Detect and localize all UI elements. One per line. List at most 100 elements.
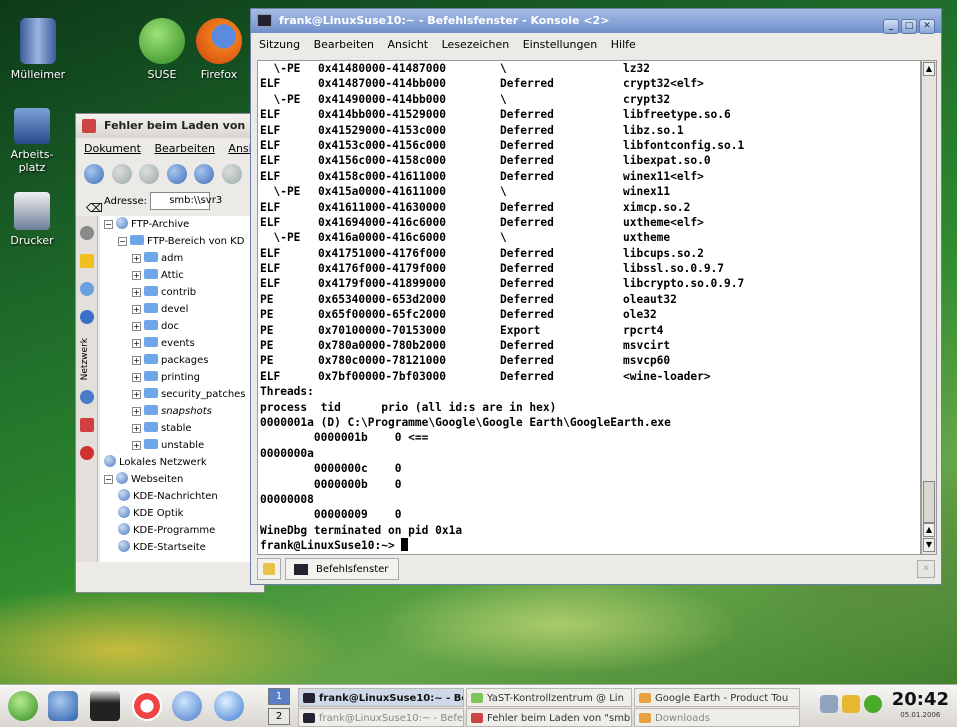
back-icon[interactable] <box>84 164 104 184</box>
expand-icon[interactable]: + <box>132 356 141 365</box>
tree-item[interactable]: Lokales Netzwerk <box>100 454 264 471</box>
scrollbar-thumb[interactable] <box>923 481 935 523</box>
tree-item[interactable]: + Attic <box>100 267 264 284</box>
desktop-icon-firefox[interactable]: Firefox <box>188 18 250 81</box>
tree-item[interactable]: + stable <box>100 420 264 437</box>
home-tab-icon[interactable] <box>79 310 94 324</box>
up-icon[interactable] <box>139 164 159 184</box>
reload-icon[interactable] <box>194 164 214 184</box>
tree-item[interactable]: − FTP-Archive <box>100 216 264 233</box>
clock[interactable]: 20:42 05.01.2006 <box>892 690 949 720</box>
tree-item[interactable]: + snapshots <box>100 403 264 420</box>
tree-item[interactable]: + adm <box>100 250 264 267</box>
pin-tab-icon[interactable] <box>79 446 94 461</box>
tree-item[interactable]: − Webseiten <box>100 471 264 488</box>
expand-icon[interactable]: + <box>132 288 141 297</box>
close-tab-icon[interactable]: ✕ <box>917 560 935 578</box>
expand-icon[interactable]: + <box>132 254 141 263</box>
expand-icon[interactable]: + <box>132 424 141 433</box>
tree-item[interactable]: KDE-Programme <box>100 522 264 539</box>
star-tab-icon[interactable] <box>79 254 94 268</box>
taskbar-task[interactable]: frank@LinuxSuse10:~ - Bef <box>298 688 464 707</box>
konqueror-titlebar[interactable]: Fehler beim Laden von "smb: <box>76 114 264 138</box>
taskbar-task[interactable]: Google Earth - Product Tou <box>634 688 800 707</box>
close-icon[interactable]: ✕ <box>919 19 935 34</box>
scroll-up-icon[interactable]: ▲ <box>923 523 935 537</box>
taskbar-task[interactable]: Downloads <box>634 708 800 727</box>
desktop-switch-1[interactable]: 1 <box>268 688 290 705</box>
tree-item[interactable]: KDE Optik <box>100 505 264 522</box>
tree-item[interactable]: + unstable <box>100 437 264 454</box>
forward-icon[interactable] <box>111 164 132 184</box>
klipper-icon[interactable] <box>820 695 838 713</box>
expand-icon[interactable]: + <box>132 441 141 450</box>
desktop-icon-workspace[interactable]: Arbeits- platz <box>2 108 62 174</box>
desktop-switch-2[interactable]: 2 <box>268 708 290 725</box>
tree-item[interactable]: KDE-Nachrichten <box>100 488 264 505</box>
update-icon[interactable] <box>842 695 860 713</box>
tree-item[interactable]: − FTP-Bereich von KD <box>100 233 264 250</box>
terminal-output[interactable]: \-PE 0x41480000-41487000 \ lz32 ELF 0x4148700… <box>257 60 921 555</box>
tree-item[interactable]: + contrib <box>100 284 264 301</box>
expand-icon[interactable]: + <box>132 407 141 416</box>
scroll-down-icon[interactable]: ▼ <box>923 538 935 552</box>
expand-icon[interactable]: + <box>132 339 141 348</box>
tree-item[interactable]: + devel <box>100 301 264 318</box>
tree-item[interactable]: + events <box>100 335 264 352</box>
sidebar-tab-netzwerk[interactable]: Netzwerk <box>80 338 94 380</box>
collapse-icon[interactable]: − <box>104 220 113 229</box>
tree-item[interactable]: + security_patches <box>100 386 264 403</box>
collapse-icon[interactable]: − <box>104 475 113 484</box>
kmenu-icon[interactable] <box>8 691 38 721</box>
desktop-icon-trash[interactable]: Mülleimer <box>2 18 74 81</box>
expand-icon[interactable]: + <box>132 373 141 382</box>
menu-hilfe[interactable]: Hilfe <box>611 38 636 51</box>
task-label: frank@LinuxSuse10:~ - Bef <box>319 693 464 704</box>
taskbar-task[interactable]: frank@LinuxSuse10:~ - Befe <box>298 708 464 727</box>
tree-item-label: contrib <box>161 287 197 298</box>
help-icon[interactable] <box>132 691 162 721</box>
expand-icon[interactable]: + <box>132 322 141 331</box>
taskbar-task[interactable]: YaST-Kontrollzentrum @ Lin <box>466 688 632 707</box>
expand-icon[interactable]: + <box>132 390 141 399</box>
tree-item[interactable]: + packages <box>100 352 264 369</box>
minimize-icon[interactable]: _ <box>883 19 899 34</box>
home-icon[interactable] <box>166 164 187 184</box>
menu-einstellungen[interactable]: Einstellungen <box>523 38 598 51</box>
address-input[interactable]: smb:\\svr3 <box>150 192 222 210</box>
new-session-icon[interactable] <box>257 558 281 580</box>
home-icon[interactable] <box>48 691 78 721</box>
tree-item[interactable]: KDE-Startseite <box>100 539 264 556</box>
menu-ansicht[interactable]: Ansicht <box>388 38 429 51</box>
stop-icon[interactable] <box>221 164 242 184</box>
tree-item[interactable]: + printing <box>100 369 264 386</box>
menu-bearbeiten[interactable]: Bearbeiten <box>154 142 214 155</box>
expand-icon[interactable]: + <box>132 305 141 314</box>
scroll-up-icon[interactable]: ▲ <box>923 62 935 76</box>
media-tab-icon[interactable] <box>79 418 94 433</box>
expand-icon[interactable]: + <box>132 271 141 280</box>
menu-sitzung[interactable]: Sitzung <box>259 38 300 51</box>
menu-dokument[interactable]: Dokument <box>84 142 141 155</box>
tree-item[interactable]: + doc <box>100 318 264 335</box>
address-clear-icon[interactable]: ⌫ <box>86 196 103 214</box>
konsole-window[interactable]: frank@LinuxSuse10:~ - Befehlsfenster - K… <box>250 8 942 585</box>
bookmarks-tab-icon[interactable] <box>79 226 94 240</box>
browser-icon[interactable] <box>214 691 244 721</box>
maximize-icon[interactable]: □ <box>901 19 917 34</box>
terminal-scrollbar[interactable]: ▲ ▲ ▼ <box>921 60 937 555</box>
history-tab-icon[interactable] <box>79 282 94 296</box>
menu-bearbeiten[interactable]: Bearbeiten <box>314 38 374 51</box>
konqueror-window[interactable]: Fehler beim Laden von "smb: Dokument Bea… <box>75 113 265 593</box>
tab-befehlsfenster[interactable]: Befehlsfenster <box>285 558 400 580</box>
collapse-icon[interactable]: − <box>118 237 127 246</box>
network-icon[interactable] <box>172 691 202 721</box>
desktop-icon-printer[interactable]: Drucker <box>2 192 62 247</box>
konsole-titlebar[interactable]: frank@LinuxSuse10:~ - Befehlsfenster - K… <box>251 9 941 34</box>
menu-lesezeichen[interactable]: Lesezeichen <box>442 38 510 51</box>
services-tab-icon[interactable] <box>79 390 94 405</box>
terminal-launcher-icon[interactable] <box>90 691 120 721</box>
suse-tray-icon[interactable] <box>864 695 882 713</box>
taskbar-task[interactable]: Fehler beim Laden von "smb <box>466 708 632 727</box>
tree-item-label: snapshots <box>161 406 212 417</box>
